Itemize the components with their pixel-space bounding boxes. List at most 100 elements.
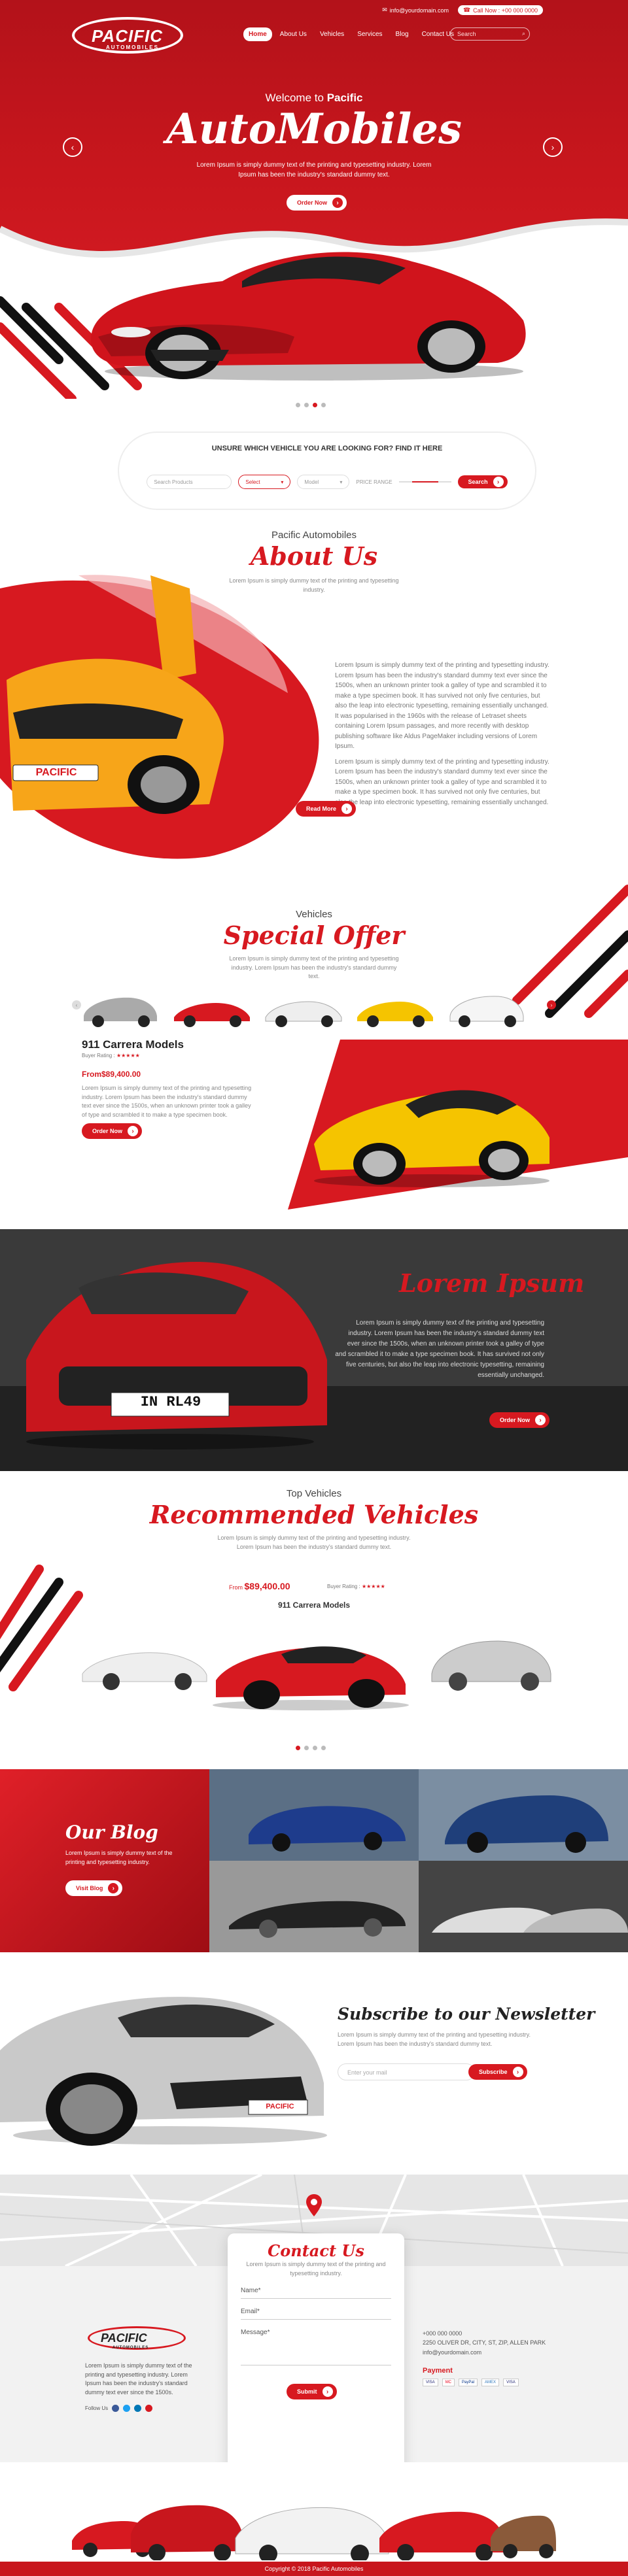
visa-card-icon: VISA xyxy=(503,2379,519,2386)
mastercard-icon: MC xyxy=(442,2379,455,2386)
price-range-slider[interactable] xyxy=(398,481,451,483)
rating-stars: ★★★★★ xyxy=(116,1053,140,1059)
footer-logo[interactable]: PACIFIC AUTOMOBILES xyxy=(85,2325,203,2355)
bottom-cars-section: Copyright © 2018 Pacific Automobiles xyxy=(0,2462,628,2576)
blog-heading: Our Blog xyxy=(65,1822,158,1843)
offer-rating: Buyer Rating : ★★★★★ xyxy=(82,1053,140,1059)
slider-dot[interactable] xyxy=(304,1746,309,1750)
newsletter-email-input[interactable]: Enter your mail xyxy=(338,2063,475,2080)
header-search-input[interactable]: Search ⌕ xyxy=(450,27,530,41)
copyright-bar: Copyright © 2018 Pacific Automobiles xyxy=(0,2562,628,2576)
contact-heading: Contact Us xyxy=(268,2241,364,2260)
email-field[interactable]: Email* xyxy=(241,2299,391,2320)
twitter-icon[interactable] xyxy=(123,2405,131,2412)
rec-car-red[interactable] xyxy=(209,1621,412,1713)
offer-model: 911 Carrera Models xyxy=(82,1038,184,1051)
hero-section: ✉ info@yourdomain.com ☎ Call Now : +00 000… xyxy=(0,0,628,432)
model-dropdown[interactable]: Model ▾ xyxy=(297,475,350,489)
logo-tagline: AUTOMOBILES xyxy=(106,44,159,50)
car-thumb-silver[interactable] xyxy=(78,987,162,1030)
rec-model: 911 Carrera Models xyxy=(277,1601,351,1610)
search-button[interactable]: Search › xyxy=(457,475,508,488)
blog-image-2[interactable] xyxy=(419,1769,628,1861)
nav-blog[interactable]: Blog xyxy=(391,27,414,41)
newsletter-car-image xyxy=(0,1997,327,2146)
select-dropdown[interactable]: Select ▾ xyxy=(238,475,291,489)
facebook-icon[interactable] xyxy=(112,2405,120,2412)
map-pin-icon[interactable] xyxy=(306,2194,322,2216)
car-thumb-red[interactable] xyxy=(170,987,254,1030)
lorem-order-button[interactable]: Order Now › xyxy=(489,1412,550,1428)
newsletter-section: PACIFIC Subscribe to our Newsletter Lore… xyxy=(0,1952,628,2175)
nav-vehicles[interactable]: Vehicles xyxy=(315,27,349,41)
footer-email[interactable]: info@yourdomain.com xyxy=(423,2348,546,2357)
arrow-right-icon: › xyxy=(322,2386,333,2397)
slider-dot[interactable] xyxy=(321,403,326,407)
hero-order-button[interactable]: Order Now › xyxy=(287,195,347,211)
blog-image-3[interactable] xyxy=(209,1861,419,1952)
blog-image-4[interactable] xyxy=(419,1861,628,1952)
visit-blog-button[interactable]: Visit Blog › xyxy=(65,1880,123,1896)
rec-heading: Recommended Vehicles xyxy=(149,1500,479,1529)
about-subheading: Pacific Automobiles xyxy=(271,530,357,541)
slider-dot[interactable] xyxy=(313,1746,317,1750)
slider-dot-active[interactable] xyxy=(313,403,317,407)
blog-image-1[interactable] xyxy=(209,1769,419,1861)
lorem-text: Lorem Ipsum is simply dummy text of the … xyxy=(335,1319,544,1379)
about-intro: Lorem Ipsum is simply dummy text of the … xyxy=(229,577,399,593)
arrow-right-icon: › xyxy=(341,804,353,814)
about-read-more-button[interactable]: Read More › xyxy=(296,801,357,817)
hero-welcome: Welcome to Pacific xyxy=(265,92,363,104)
slider-dot-active[interactable] xyxy=(296,1746,300,1750)
payment-label: Payment xyxy=(423,2367,453,2375)
logo[interactable]: PACIFIC AUTOMOBILES xyxy=(65,13,196,59)
rec-car-white[interactable] xyxy=(78,1635,209,1693)
offer-next-arrow[interactable]: › xyxy=(547,1000,556,1009)
rec-slider-dots xyxy=(296,1746,326,1750)
topbar-phone[interactable]: ☎ Call Now : +00 000 0000 xyxy=(457,5,543,15)
arrow-right-icon: › xyxy=(332,197,343,208)
paypal-icon: PayPal xyxy=(459,2379,478,2386)
rec-intro: Lorem Ipsum is simply dummy text of the … xyxy=(217,1534,411,1550)
message-field[interactable]: Message* xyxy=(241,2320,391,2365)
offer-order-button[interactable]: Order Now › xyxy=(82,1123,143,1139)
slider-dot[interactable] xyxy=(304,403,309,407)
footer-phone: +000 000 0000 xyxy=(423,2330,462,2337)
search-icon[interactable]: ⌕ xyxy=(522,30,525,37)
car-thumb-yellow[interactable] xyxy=(353,987,437,1030)
phone-icon: ☎ xyxy=(462,7,471,13)
rating-stars: ★★★★★ xyxy=(361,1584,385,1589)
keyword-input[interactable]: Search Products xyxy=(147,475,232,489)
slider-dot[interactable] xyxy=(296,403,300,407)
lorem-banner-section: IN RL49 Lorem Ipsum Lorem Ipsum is simpl… xyxy=(0,1229,628,1471)
arrow-right-icon: › xyxy=(128,1126,139,1136)
car-thumb-white-suv[interactable] xyxy=(445,987,529,1030)
bottom-cars-image xyxy=(72,2505,556,2560)
footer-about: Lorem Ipsum is simply dummy text of the … xyxy=(85,2362,192,2396)
offer-description: Lorem Ipsum is simply dummy text of the … xyxy=(82,1085,252,1118)
logo-name: PACIFIC xyxy=(92,26,164,46)
hero-car-image xyxy=(91,252,526,381)
name-field[interactable]: Name* xyxy=(241,2278,391,2299)
slider-dot[interactable] xyxy=(321,1746,326,1750)
rec-price: From $89,400.00 xyxy=(229,1581,290,1591)
nav-about[interactable]: About Us xyxy=(275,27,312,41)
nav-home[interactable]: Home xyxy=(243,27,272,41)
rec-car-grey[interactable] xyxy=(425,1628,556,1693)
arrow-right-icon: › xyxy=(108,1883,119,1893)
linkedin-icon[interactable] xyxy=(134,2405,142,2412)
offer-car-image xyxy=(314,1090,550,1187)
contact-footer-section: Contact Us Lorem Ipsum is simply dummy t… xyxy=(0,2175,628,2462)
hero-title: AutoMobiles xyxy=(166,105,462,154)
topbar-email[interactable]: ✉ info@yourdomain.com xyxy=(382,5,449,15)
vehicle-search-box: UNSURE WHICH VEHICLE YOU ARE LOOKING FOR… xyxy=(118,432,536,510)
offer-thumbnails xyxy=(78,987,529,1030)
submit-button[interactable]: Submit › xyxy=(287,2384,337,2399)
contact-intro: Lorem Ipsum is simply dummy text of the … xyxy=(246,2261,386,2277)
google-plus-icon[interactable] xyxy=(145,2405,153,2412)
payment-cards: VISA MC PayPal AMEX VISA xyxy=(423,2379,519,2386)
about-text: Lorem Ipsum is simply dummy text of the … xyxy=(335,662,550,806)
subscribe-button[interactable]: Subscribe › xyxy=(468,2064,527,2080)
car-thumb-white[interactable] xyxy=(262,987,345,1030)
nav-services[interactable]: Services xyxy=(352,27,387,41)
